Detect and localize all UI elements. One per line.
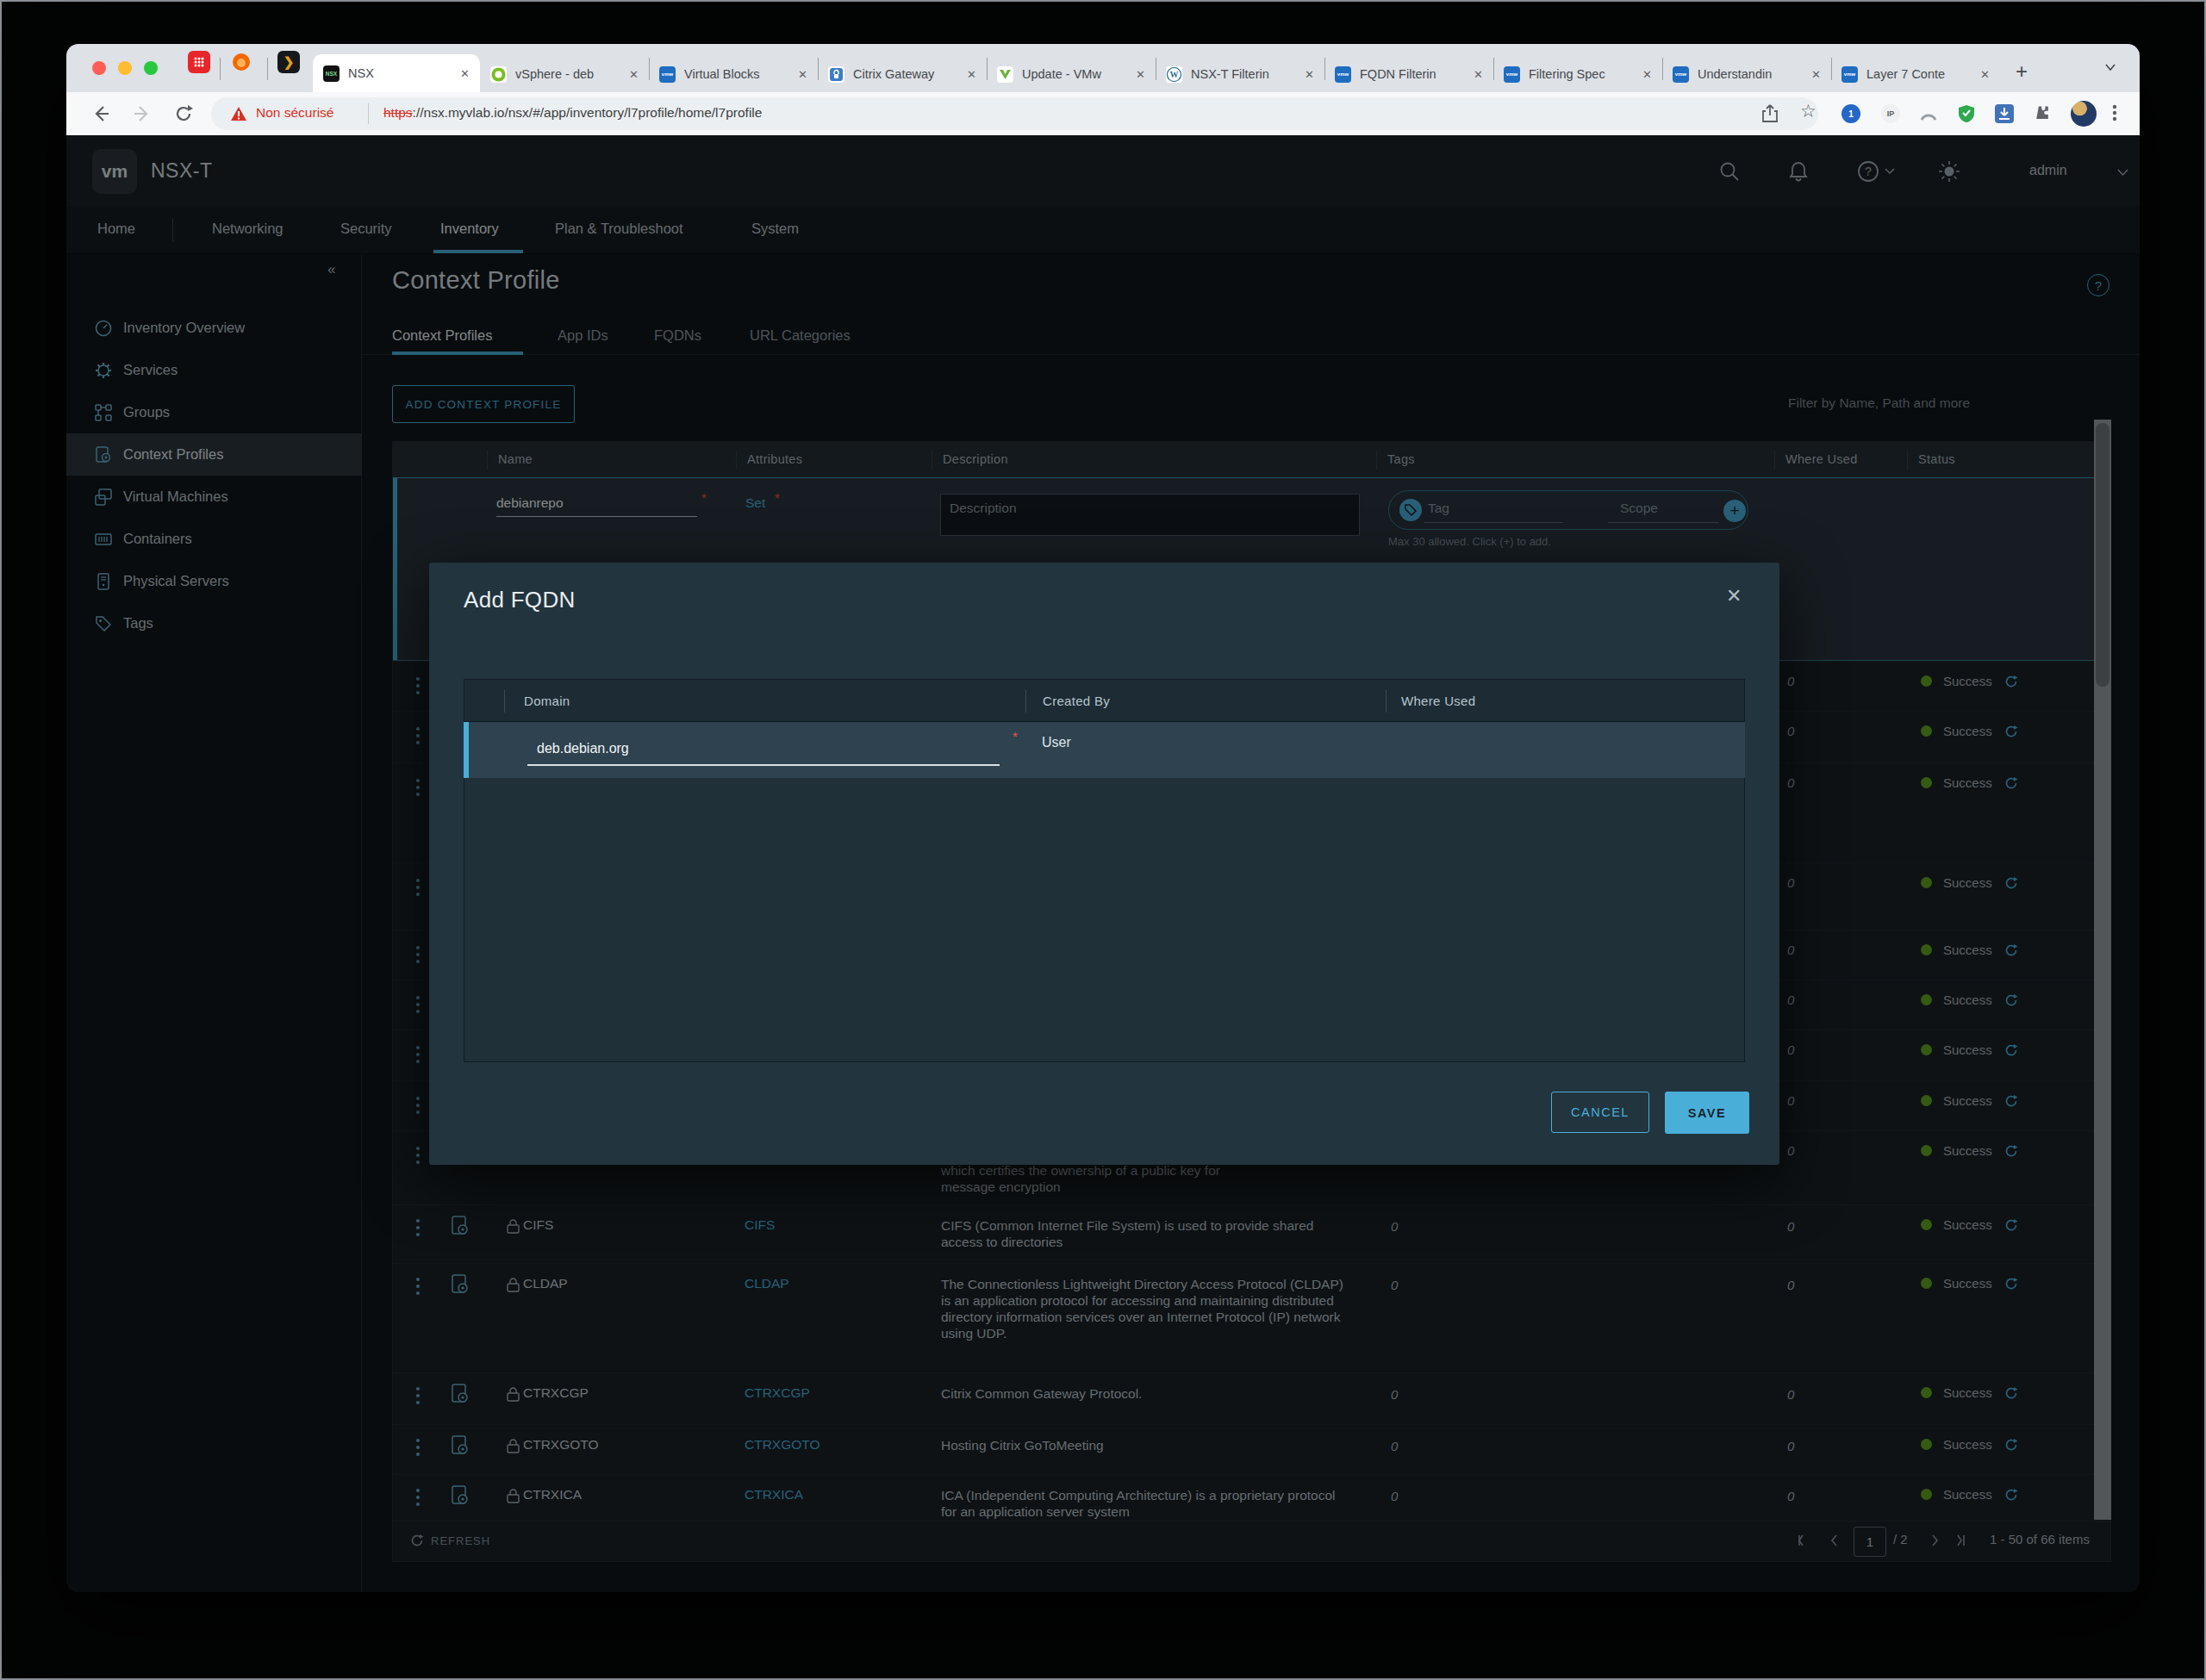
tab-close-icon[interactable]: ✕ bbox=[1136, 68, 1145, 81]
pinned-tab-plex-icon[interactable]: ❯ bbox=[277, 51, 300, 73]
reload-icon[interactable] bbox=[173, 103, 194, 124]
tab-close-icon[interactable]: ✕ bbox=[629, 68, 639, 81]
save-button[interactable]: SAVE bbox=[1665, 1092, 1749, 1134]
browser-toolbar: Non sécurisé https://nsx.myvlab.io/nsx/#… bbox=[66, 92, 2140, 135]
tab-fqdn-filtering[interactable]: vmw FQDN Filterin ✕ bbox=[1324, 56, 1493, 92]
extension-download-icon[interactable] bbox=[1995, 104, 2014, 123]
tab-close-icon[interactable]: ✕ bbox=[798, 68, 807, 81]
tab-search-chevron-icon[interactable] bbox=[2104, 63, 2116, 72]
vmw-favicon: vmw bbox=[1335, 66, 1351, 83]
bookmark-star-icon[interactable]: ☆ bbox=[1800, 101, 1821, 121]
vmw-favicon: vmw bbox=[1841, 66, 1858, 83]
tab-close-icon[interactable]: ✕ bbox=[1980, 68, 1990, 81]
vmw-favicon: vmw bbox=[1504, 66, 1520, 83]
new-tab-button[interactable]: + bbox=[2016, 59, 2028, 84]
extension-1password-icon[interactable]: 1 bbox=[1841, 104, 1860, 123]
fqdn-table-header: Domain Created By Where Used bbox=[464, 679, 1745, 722]
nsx-favicon: NSX bbox=[323, 65, 340, 82]
back-icon[interactable] bbox=[90, 103, 111, 124]
browser-window: ❯ NSX NSX ✕ vSphere - deb ✕ vmw Virtual … bbox=[66, 44, 2140, 1592]
tab-close-icon[interactable]: ✕ bbox=[1474, 68, 1483, 81]
extension-ip-icon[interactable]: IP bbox=[1881, 104, 1900, 123]
tab-vsphere[interactable]: vSphere - deb ✕ bbox=[480, 56, 649, 92]
close-window-button[interactable] bbox=[92, 61, 106, 75]
menu-dots-icon[interactable] bbox=[2112, 103, 2133, 123]
cancel-button[interactable]: CANCEL bbox=[1551, 1092, 1649, 1133]
wordpress-favicon: W bbox=[1166, 66, 1182, 83]
modal-title: Add FQDN bbox=[464, 587, 576, 613]
extensions-puzzle-icon[interactable] bbox=[2033, 104, 2052, 123]
vmw-favicon: vmw bbox=[1673, 66, 1689, 83]
tab-layer7-context[interactable]: vmw Layer 7 Conte ✕ bbox=[1831, 56, 2000, 92]
tab-strip: ❯ NSX NSX ✕ vSphere - deb ✕ vmw Virtual … bbox=[66, 44, 2140, 92]
pinned-tab-red-grid-icon[interactable] bbox=[188, 51, 210, 73]
address-bar[interactable]: Non sécurisé https://nsx.myvlab.io/nsx/#… bbox=[211, 97, 1818, 130]
created-by-value: User bbox=[1042, 735, 1071, 750]
nsx-app: vm NSX-T ? admin Home Networking Securit… bbox=[66, 135, 2140, 1592]
tab-nsx[interactable]: NSX NSX ✕ bbox=[313, 54, 480, 92]
minimize-window-button[interactable] bbox=[118, 61, 132, 75]
tab-close-icon[interactable]: ✕ bbox=[967, 68, 976, 81]
add-fqdn-modal: Add FQDN ✕ Domain Created By Where Used … bbox=[429, 563, 1779, 1165]
fqdn-row[interactable]: deb.debian.org * User bbox=[464, 722, 1745, 778]
tab-close-icon[interactable]: ✕ bbox=[1642, 68, 1652, 81]
zoom-window-button[interactable] bbox=[144, 61, 158, 75]
tab-close-icon[interactable]: ✕ bbox=[1305, 68, 1314, 81]
tab-virtual-blocks[interactable]: vmw Virtual Blocks ✕ bbox=[649, 56, 818, 92]
domain-input[interactable]: deb.debian.org bbox=[537, 741, 629, 756]
svg-text:W: W bbox=[1170, 70, 1179, 79]
tab-close-icon[interactable]: ✕ bbox=[460, 67, 470, 80]
warning-icon bbox=[230, 106, 247, 121]
tab-understanding[interactable]: vmw Understandin ✕ bbox=[1662, 56, 1831, 92]
fqdn-table-body bbox=[464, 778, 1745, 1062]
extension-arc-icon[interactable] bbox=[1919, 104, 1938, 123]
modal-close-icon[interactable]: ✕ bbox=[1726, 585, 1742, 607]
extension-shield-icon[interactable] bbox=[1957, 104, 1976, 123]
forward-icon[interactable] bbox=[132, 103, 153, 124]
security-warning-label[interactable]: Non sécurisé bbox=[256, 105, 333, 121]
tab-filtering-spec[interactable]: vmw Filtering Spec ✕ bbox=[1493, 56, 1662, 92]
tab-citrix-gateway[interactable]: Citrix Gateway ✕ bbox=[818, 56, 987, 92]
vsphere-favicon bbox=[490, 66, 507, 83]
profile-avatar[interactable] bbox=[2071, 101, 2097, 127]
vmware-green-favicon bbox=[997, 66, 1013, 83]
vmw-favicon: vmw bbox=[659, 66, 676, 83]
tab-update-vmware[interactable]: Update - VMw ✕ bbox=[987, 56, 1156, 92]
tab-close-icon[interactable]: ✕ bbox=[1811, 68, 1821, 81]
citrix-favicon bbox=[828, 66, 844, 83]
share-icon[interactable] bbox=[1760, 103, 1781, 124]
pinned-tab-grafana-icon[interactable] bbox=[230, 51, 252, 73]
tab-nsxt-filtering[interactable]: W NSX-T Filterin ✕ bbox=[1156, 56, 1324, 92]
url-text[interactable]: https://nsx.myvlab.io/nsx/#/app/inventor… bbox=[383, 105, 762, 121]
